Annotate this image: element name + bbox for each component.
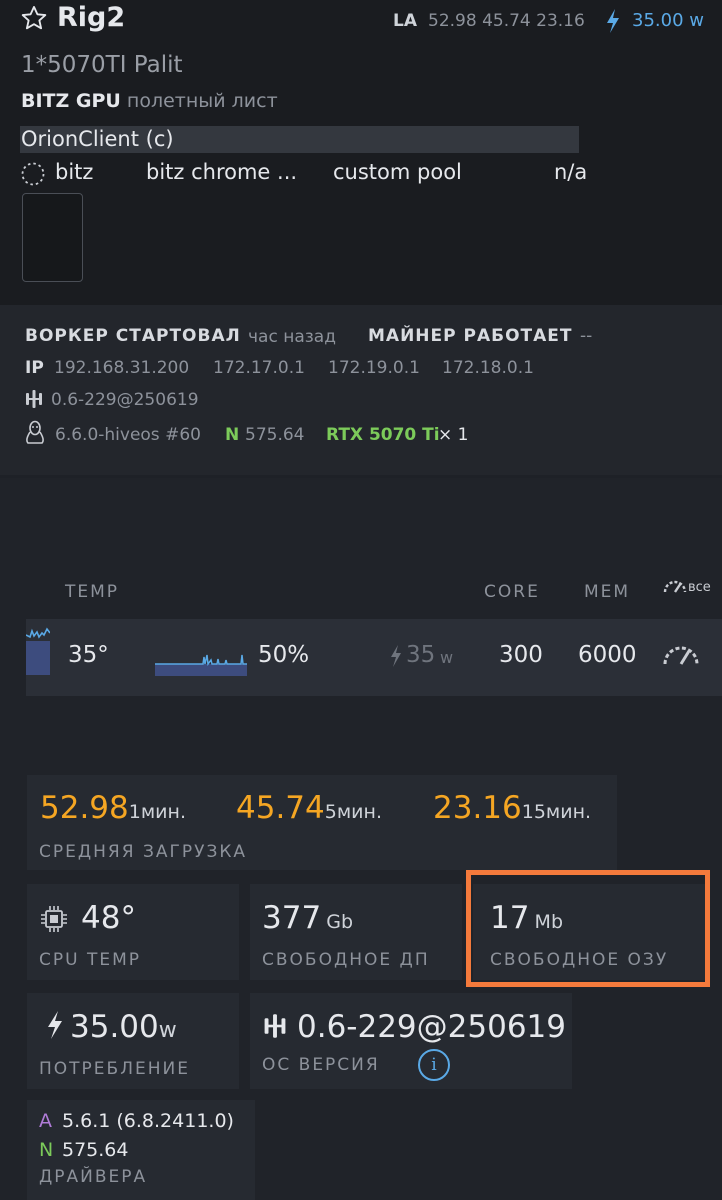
cpu-temp-label: CPU TEMP <box>39 950 142 970</box>
os-version-value: 0.6-229@250619 <box>297 1009 566 1045</box>
amd-prefix: A <box>39 1110 52 1132</box>
load-15min: 23.1615мин. <box>433 790 592 826</box>
header-power: 35.00 w <box>632 10 704 31</box>
gpu-overclock-icon[interactable] <box>661 643 701 671</box>
temp-sparkline <box>25 623 51 679</box>
la-label: LA <box>393 11 417 31</box>
os-version-text: 0.6-229@250619 <box>51 390 199 410</box>
miner-running-label: МАЙНЕР РАБОТАЕТ <box>368 326 573 346</box>
rig-description: 1*5070TI Palit <box>21 52 183 78</box>
free-ram-label: СВОБОДНОЕ ОЗУ <box>490 950 669 970</box>
kernel-version: 6.6.0-hiveos #60 <box>55 425 201 445</box>
hashrate: n/a <box>554 160 588 184</box>
power-icon <box>46 1010 64 1044</box>
info-icon[interactable]: i <box>418 1049 450 1081</box>
gpu-power-icon <box>389 644 403 672</box>
wallet-name[interactable]: bitz chrome ... <box>146 160 297 184</box>
rig-image-placeholder <box>22 193 83 282</box>
linux-icon <box>24 420 46 450</box>
pool-name[interactable]: custom pool <box>333 160 462 184</box>
rig-title: Rig2 <box>57 2 126 33</box>
fan-speed: 50% <box>258 642 310 668</box>
nvidia-driver-version: 575.64 <box>62 1139 129 1161</box>
overclock-all-button[interactable] <box>662 575 688 599</box>
free-disk-value: 377 Gb <box>262 900 354 936</box>
lightning-icon <box>605 8 621 38</box>
amd-driver: 5.6.1 (6.8.2411.0) <box>62 1110 234 1132</box>
gpu-count: × 1 <box>438 425 469 445</box>
overclock-all-label[interactable]: все <box>688 580 711 595</box>
gpu-power: 35 <box>406 642 436 668</box>
os-version-label: ОС ВЕРСИЯ <box>262 1055 380 1075</box>
miner-client: OrionClient (c) <box>21 127 174 151</box>
fan-sparkline <box>155 650 247 680</box>
nvidia-prefix: N <box>225 425 240 445</box>
gpu-core-clock: 300 <box>499 642 543 668</box>
ip-address-3: 172.19.0.1 <box>328 358 420 378</box>
load-1min: 52.981мин. <box>40 790 186 826</box>
spinner-icon <box>20 161 46 191</box>
load-5min: 45.745мин. <box>236 790 382 826</box>
temp-header: TEMP <box>65 582 120 602</box>
nvidia-driver-prefix: N <box>39 1139 54 1161</box>
coin-name: bitz <box>55 160 94 184</box>
cpu-temp-value: 48° <box>81 900 136 936</box>
mem-header: MEM <box>584 582 631 602</box>
worker-started-label: ВОРКЕР СТАРТОВАЛ <box>25 326 241 346</box>
cpu-chip-icon <box>39 904 69 938</box>
gpu-power-unit: w <box>440 648 454 667</box>
drivers-label: ДРАЙВЕРА <box>39 1167 148 1187</box>
gpu-model: RTX 5070 Ti <box>326 425 440 445</box>
hive-os-icon <box>262 1013 288 1043</box>
load-average-label: СРЕДНЯЯ ЗАГРУЗКА <box>39 842 248 862</box>
hive-logo-icon <box>24 389 44 413</box>
free-ram-value: 17 Mb <box>490 900 564 936</box>
ip-address-4: 172.18.0.1 <box>442 358 534 378</box>
ip-address-1: 192.168.31.200 <box>54 358 190 378</box>
worker-started-time: час назад <box>248 327 336 347</box>
miner-running-value: -- <box>580 326 593 346</box>
core-header: CORE <box>484 582 540 602</box>
gpu-mem-clock: 6000 <box>578 642 637 668</box>
gpu-temp: 35° <box>68 642 109 668</box>
free-disk-label: СВОБОДНОЕ ДП <box>262 950 430 970</box>
power-value: 35.00w <box>70 1009 177 1045</box>
flight-sheet[interactable]: BITZ GPU полетный лист <box>21 90 278 112</box>
ip-address-2: 172.17.0.1 <box>213 358 305 378</box>
favorite-star-icon[interactable] <box>20 4 48 36</box>
ip-label: IP <box>25 358 44 378</box>
nvidia-driver: 575.64 <box>245 425 305 445</box>
power-label: ПОТРЕБЛЕНИЕ <box>39 1059 190 1079</box>
la-values: 52.98 45.74 23.16 <box>428 11 585 31</box>
